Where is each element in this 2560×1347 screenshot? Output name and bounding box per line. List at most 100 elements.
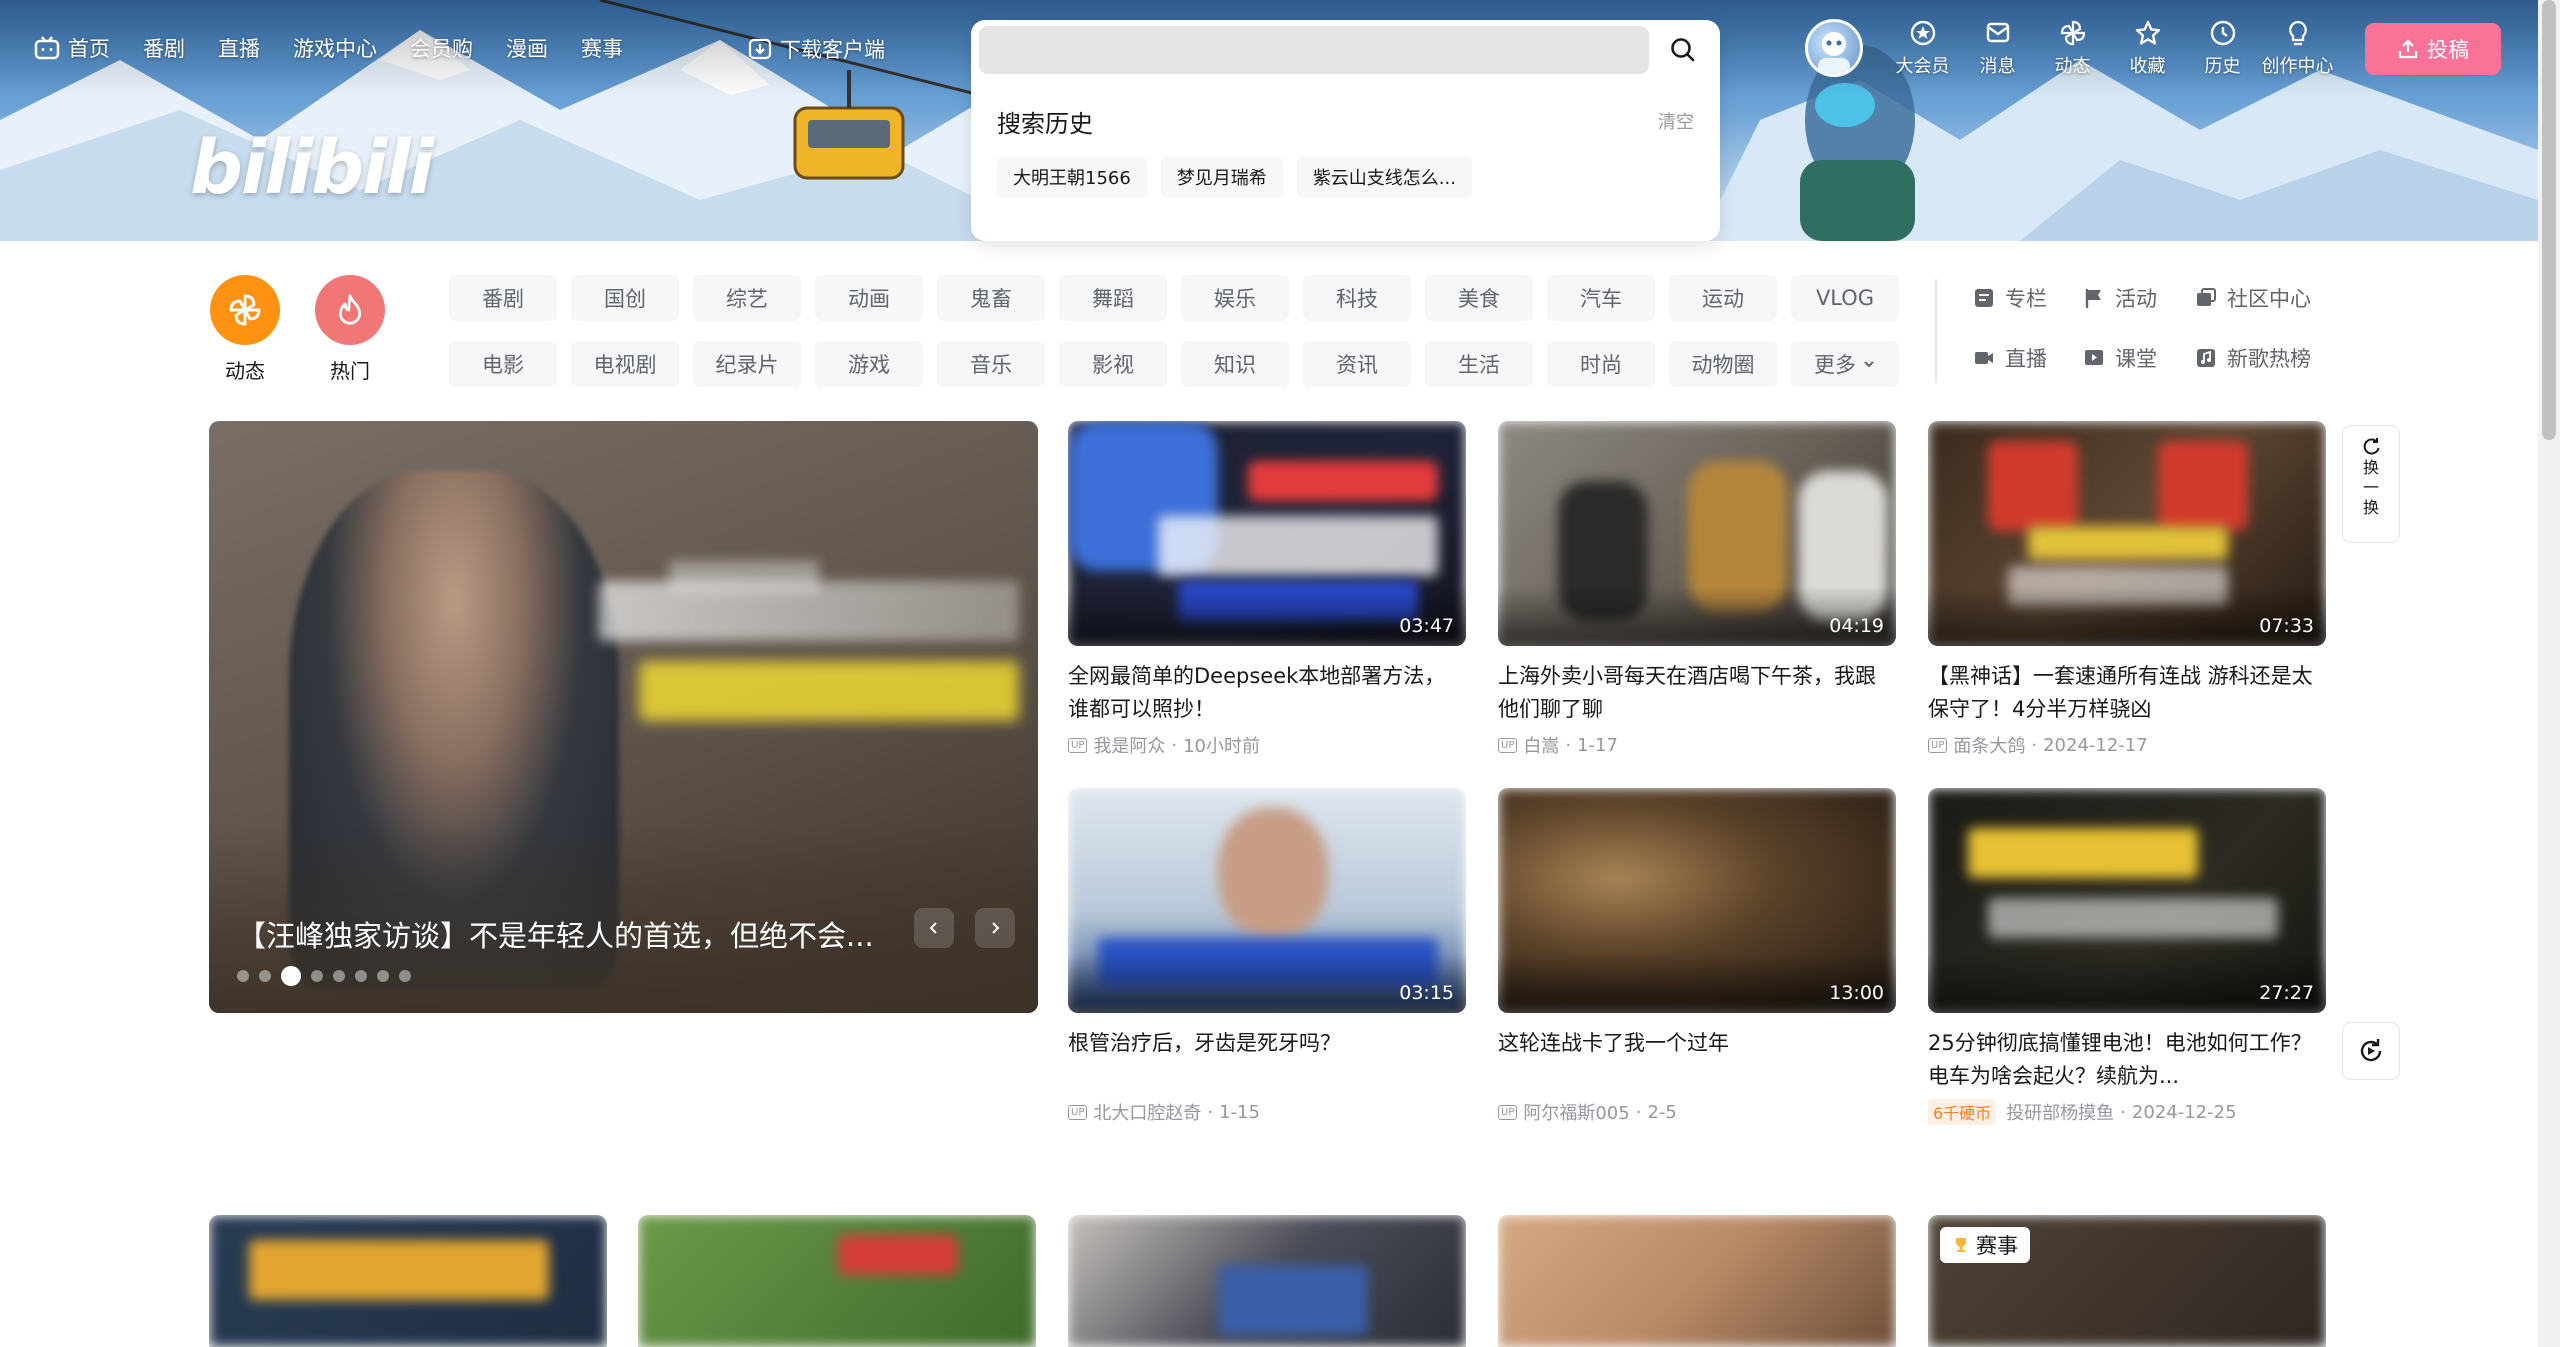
quick-dynamic-button[interactable] xyxy=(210,275,280,345)
upload-button[interactable]: 投稿 xyxy=(2365,23,2501,75)
carousel-dot[interactable] xyxy=(311,970,323,982)
carousel-dot[interactable] xyxy=(281,966,301,986)
nav-esports[interactable]: 赛事 xyxy=(581,33,623,63)
clear-history-button[interactable]: 清空 xyxy=(1658,108,1694,134)
video-title[interactable]: 全网最简单的Deepseek本地部署方法，谁都可以照抄！ xyxy=(1068,660,1466,726)
video-card[interactable]: 04:19 上海外卖小哥每天在酒店喝下午茶，我跟他们聊了聊 UP 白嵩 · 1-… xyxy=(1498,421,1896,758)
nav-vip[interactable]: 大会员 xyxy=(1885,18,1960,78)
history-tag[interactable]: 梦见月瑞希 xyxy=(1160,156,1283,198)
side-link-community[interactable]: 社区中心 xyxy=(2195,283,2345,313)
channel-item[interactable]: 番剧 xyxy=(449,275,557,321)
nav-messages[interactable]: 消息 xyxy=(1960,18,2035,78)
side-link-live[interactable]: 直播 xyxy=(1973,343,2083,373)
channel-item[interactable]: 综艺 xyxy=(693,275,801,321)
video-thumbnail[interactable]: 04:19 xyxy=(1498,421,1896,646)
scrollbar[interactable] xyxy=(2538,0,2560,1347)
video-thumbnail[interactable]: 07:33 xyxy=(1928,421,2326,646)
video-title[interactable]: 25分钟彻底搞懂锂电池！电池如何工作？电车为啥会起火？续航为... xyxy=(1928,1027,2326,1093)
nav-member-shop[interactable]: 会员购 xyxy=(410,33,473,63)
channel-item[interactable]: 纪录片 xyxy=(693,341,801,387)
video-title[interactable]: 根管治疗后，牙齿是死牙吗？ xyxy=(1068,1027,1466,1093)
channel-item[interactable]: 资讯 xyxy=(1303,341,1411,387)
channel-item[interactable]: 动画 xyxy=(815,275,923,321)
avatar[interactable] xyxy=(1805,19,1863,77)
video-card[interactable]: 03:47 全网最简单的Deepseek本地部署方法，谁都可以照抄！ UP 我是… xyxy=(1068,421,1466,758)
video-thumbnail[interactable] xyxy=(1068,1215,1466,1347)
video-thumbnail[interactable]: 13:00 xyxy=(1498,788,1896,1013)
nav-favorites[interactable]: 收藏 xyxy=(2110,18,2185,78)
carousel-dot[interactable] xyxy=(377,970,389,982)
video-thumbnail[interactable]: 03:47 xyxy=(1068,421,1466,646)
nav-history[interactable]: 历史 xyxy=(2185,18,2260,78)
nav-live[interactable]: 直播 xyxy=(218,33,260,63)
featured-carousel[interactable]: 【汪峰独家访谈】不是年轻人的首选，但绝不会... xyxy=(209,421,1038,1013)
carousel-title[interactable]: 【汪峰独家访谈】不是年轻人的首选，但绝不会... xyxy=(237,913,877,955)
video-card[interactable]: 03:15 根管治疗后，牙齿是死牙吗？ UP 北大口腔赵奇 · 1-15 xyxy=(1068,788,1466,1125)
side-link-class[interactable]: 课堂 xyxy=(2083,343,2195,373)
video-thumbnail[interactable]: 27:27 xyxy=(1928,788,2326,1013)
channel-item[interactable]: 汽车 xyxy=(1547,275,1655,321)
nav-home[interactable]: 首页 xyxy=(34,33,110,63)
carousel-dot[interactable] xyxy=(259,970,271,982)
carousel-dot[interactable] xyxy=(399,970,411,982)
channel-item[interactable]: 鬼畜 xyxy=(937,275,1045,321)
video-title[interactable]: 【黑神话】一套速通所有连战 游科还是太保守了！4分半万样骁凶 xyxy=(1928,660,2326,726)
download-client-link[interactable]: 下载客户端 xyxy=(748,34,885,64)
search-input[interactable] xyxy=(979,26,1649,74)
nav-manga[interactable]: 漫画 xyxy=(506,33,548,63)
video-thumbnail[interactable] xyxy=(209,1215,607,1347)
side-link-music[interactable]: 新歌热榜 xyxy=(2195,343,2345,373)
video-author[interactable]: 面条大鸽 xyxy=(1953,732,2025,758)
channel-more-button[interactable]: 更多 xyxy=(1791,341,1899,387)
channel-item[interactable]: 电视剧 xyxy=(571,341,679,387)
video-thumbnail[interactable]: 赛事 xyxy=(1928,1215,2326,1347)
channel-item[interactable]: 科技 xyxy=(1303,275,1411,321)
channel-item[interactable]: 知识 xyxy=(1181,341,1289,387)
carousel-dot[interactable] xyxy=(333,970,345,982)
side-link-column[interactable]: 专栏 xyxy=(1973,283,2083,313)
video-author[interactable]: 白嵩 xyxy=(1523,732,1559,758)
channel-item[interactable]: VLOG xyxy=(1791,275,1899,321)
side-link-activity[interactable]: 活动 xyxy=(2083,283,2195,313)
channel-item[interactable]: 电影 xyxy=(449,341,557,387)
history-tag[interactable]: 大明王朝1566 xyxy=(997,156,1147,198)
video-title[interactable]: 这轮连战卡了我一个过年 xyxy=(1498,1027,1896,1093)
nav-creator-center[interactable]: 创作中心 xyxy=(2260,18,2335,78)
channel-item[interactable]: 生活 xyxy=(1425,341,1533,387)
video-thumbnail[interactable]: 03:15 xyxy=(1068,788,1466,1013)
video-card[interactable]: 07:33 【黑神话】一套速通所有连战 游科还是太保守了！4分半万样骁凶 UP … xyxy=(1928,421,2326,758)
carousel-dot[interactable] xyxy=(237,970,249,982)
channel-item[interactable]: 影视 xyxy=(1059,341,1167,387)
channel-item[interactable]: 国创 xyxy=(571,275,679,321)
carousel-next-button[interactable] xyxy=(975,908,1015,948)
nav-dynamic[interactable]: 动态 xyxy=(2035,18,2110,78)
history-tag[interactable]: 紫云山支线怎么... xyxy=(1296,156,1472,198)
video-author[interactable]: 投研部杨摸鱼 xyxy=(2006,1099,2114,1125)
video-title[interactable]: 上海外卖小哥每天在酒店喝下午茶，我跟他们聊了聊 xyxy=(1498,660,1896,726)
video-card[interactable]: 13:00 这轮连战卡了我一个过年 UP 阿尔福斯005 · 2-5 xyxy=(1498,788,1896,1125)
channel-item[interactable]: 动物圈 xyxy=(1669,341,1777,387)
channel-item[interactable]: 游戏 xyxy=(815,341,923,387)
quick-hot-button[interactable] xyxy=(315,275,385,345)
video-author[interactable]: 阿尔福斯005 xyxy=(1523,1099,1629,1125)
replay-button[interactable] xyxy=(2342,1022,2400,1080)
scrollbar-thumb[interactable] xyxy=(2542,0,2556,440)
bilibili-logo[interactable]: bilibili xyxy=(190,125,434,211)
channel-item[interactable]: 舞蹈 xyxy=(1059,275,1167,321)
carousel-prev-button[interactable] xyxy=(914,908,954,948)
channel-item[interactable]: 音乐 xyxy=(937,341,1045,387)
channel-item[interactable]: 时尚 xyxy=(1547,341,1655,387)
video-thumbnail[interactable] xyxy=(1498,1215,1896,1347)
video-author[interactable]: 北大口腔赵奇 xyxy=(1093,1099,1201,1125)
channel-item[interactable]: 美食 xyxy=(1425,275,1533,321)
video-author[interactable]: 我是阿众 xyxy=(1093,732,1165,758)
nav-game-center[interactable]: 游戏中心 xyxy=(293,33,377,63)
video-card[interactable]: 27:27 25分钟彻底搞懂锂电池！电池如何工作？电车为啥会起火？续航为... … xyxy=(1928,788,2326,1125)
search-button[interactable] xyxy=(1661,30,1705,70)
video-thumbnail[interactable] xyxy=(638,1215,1036,1347)
channel-item[interactable]: 运动 xyxy=(1669,275,1777,321)
carousel-dot[interactable] xyxy=(355,970,367,982)
nav-bangumi[interactable]: 番剧 xyxy=(143,33,185,63)
refresh-button[interactable]: 换 一 换 xyxy=(2342,425,2400,543)
channel-item[interactable]: 娱乐 xyxy=(1181,275,1289,321)
